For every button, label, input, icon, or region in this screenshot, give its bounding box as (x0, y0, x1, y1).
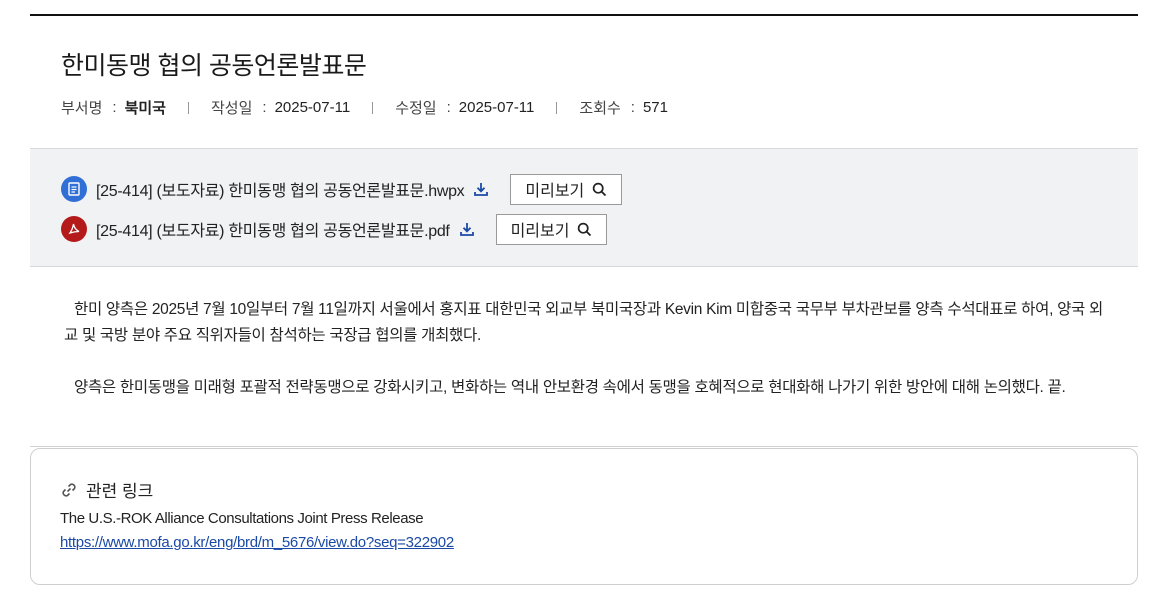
views-label: 조회수 (579, 100, 621, 117)
body-paragraph: 한미 양측은 2025년 7월 10일부터 7월 11일까지 서울에서 홍지표 … (64, 301, 1103, 344)
page-title: 한미동맹 협의 공동언론발표문 (61, 52, 367, 80)
preview-button[interactable]: 미리보기 (510, 173, 623, 205)
article-meta: 부서명 : 북미국 작성일 : 2025-07-11 수정일 : 2025-07… (61, 97, 668, 118)
body-paragraph: 양측은 한미동맹을 미래형 포괄적 전략동맹으로 강화시키고, 변화하는 역내 … (74, 379, 1066, 396)
link-icon (62, 482, 76, 497)
download-icon[interactable] (472, 180, 490, 198)
related-link-url[interactable]: https://www.mofa.go.kr/eng/brd/m_5676/vi… (60, 534, 454, 551)
pdf-file-icon (61, 216, 87, 242)
related-links-heading: 관련 링크 (60, 477, 153, 502)
top-divider (30, 14, 1138, 16)
hwp-file-icon (61, 176, 87, 202)
colon: : (262, 99, 267, 116)
attachment-download-link[interactable]: [25-414] (보도자료) 한미동맹 협의 공동언론발표문.hwpx (96, 177, 465, 201)
search-icon (578, 222, 592, 236)
preview-button[interactable]: 미리보기 (495, 213, 608, 245)
dept-value: 북미국 (124, 100, 166, 117)
search-icon (593, 182, 607, 196)
article-view: 한미동맹 협의 공동언론발표문 부서명 : 북미국 작성일 : 2025-07-… (0, 0, 1169, 603)
related-link-description: The U.S.-ROK Alliance Consultations Join… (60, 510, 424, 527)
download-icon[interactable] (458, 220, 476, 238)
attachment-download-link[interactable]: [25-414] (보도자료) 한미동맹 협의 공동언론발표문.pdf (96, 217, 450, 241)
related-links-box: 관련 링크 The U.S.-ROK Alliance Consultation… (30, 448, 1138, 585)
meta-separator (187, 101, 189, 114)
colon: : (446, 99, 451, 116)
preview-button-label: 미리보기 (510, 223, 570, 240)
meta-separator (556, 101, 558, 114)
attachments-panel: [25-414] (보도자료) 한미동맹 협의 공동언론발표문.hwpx 미리보… (30, 148, 1138, 267)
colon: : (112, 99, 117, 116)
meta-separator (372, 101, 374, 114)
modified-value: 2025-07-11 (458, 99, 535, 116)
attachment-row: [25-414] (보도자료) 한미동맹 협의 공동언론발표문.pdf 미리보기 (61, 213, 608, 245)
attachment-row: [25-414] (보도자료) 한미동맹 협의 공동언론발표문.hwpx 미리보… (61, 173, 623, 205)
modified-label: 수정일 (395, 100, 437, 117)
preview-button-label: 미리보기 (525, 183, 585, 200)
dept-label: 부서명 (61, 100, 103, 117)
article-body: 한미 양측은 2025년 7월 10일부터 7월 11일까지 서울에서 홍지표 … (64, 297, 1109, 401)
colon: : (630, 99, 635, 116)
related-links-title: 관련 링크 (86, 482, 154, 501)
views-value: 571 (642, 99, 668, 116)
created-label: 작성일 (210, 100, 253, 117)
section-divider (30, 446, 1138, 447)
created-value: 2025-07-11 (274, 99, 351, 116)
